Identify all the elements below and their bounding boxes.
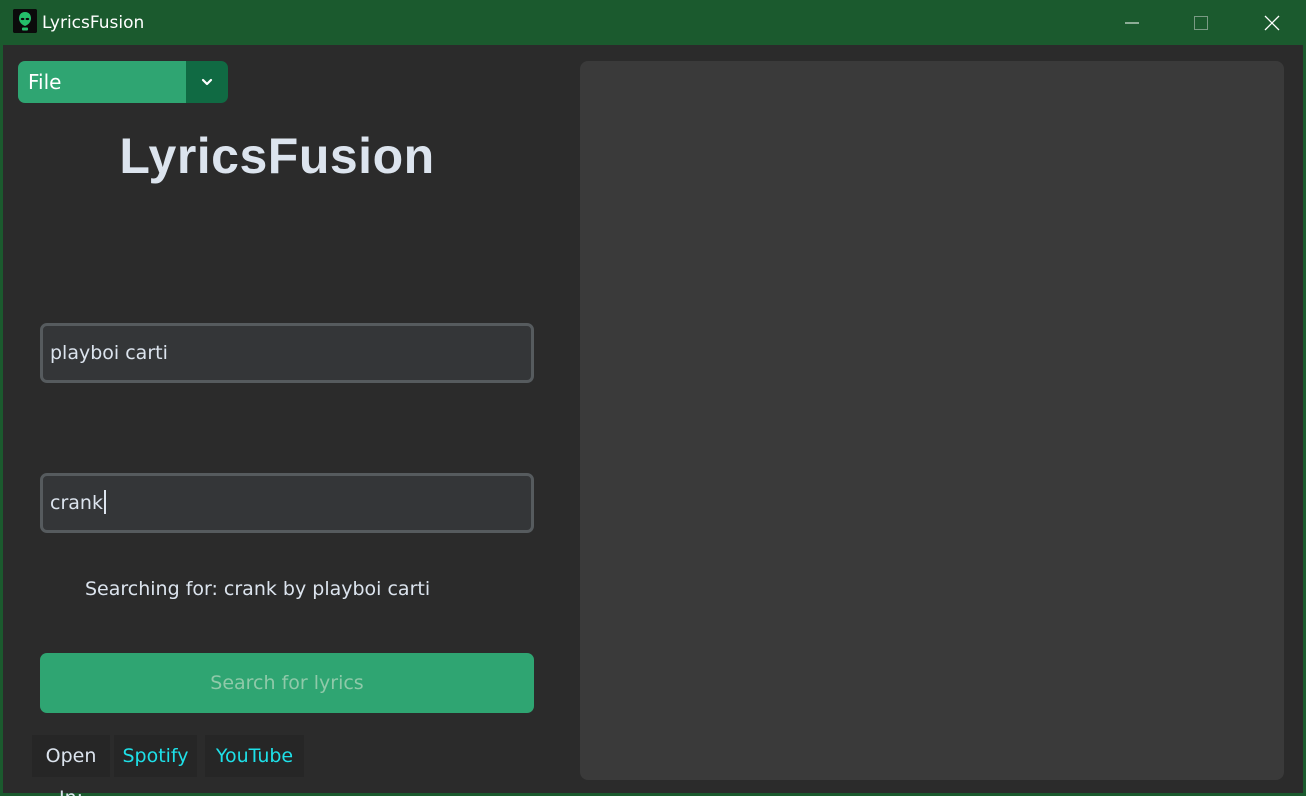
search-lyrics-button[interactable]: Search for lyrics xyxy=(40,653,534,713)
open-youtube-button[interactable]: YouTube xyxy=(205,735,304,777)
search-status: Searching for: crank by playboi carti xyxy=(85,578,431,600)
song-input-value: crank xyxy=(50,492,103,514)
maximize-button[interactable] xyxy=(1167,0,1235,45)
lyrics-textbox[interactable] xyxy=(580,61,1284,780)
open-in-label: Open In: xyxy=(32,735,110,796)
text-cursor xyxy=(103,489,106,514)
artist-input[interactable]: playboi carti xyxy=(40,323,534,383)
window-title: LyricsFusion xyxy=(42,13,145,33)
close-button[interactable] xyxy=(1238,0,1306,45)
artist-input-value: playboi carti xyxy=(50,342,168,364)
song-input[interactable]: crank xyxy=(40,473,534,533)
maximize-icon xyxy=(1194,15,1208,30)
file-menu-label[interactable]: File xyxy=(18,61,186,103)
app-title: LyricsFusion xyxy=(119,128,435,184)
file-menu[interactable]: File xyxy=(18,61,228,103)
alien-icon xyxy=(13,9,37,33)
chevron-down-icon xyxy=(201,78,213,86)
file-menu-dropdown[interactable] xyxy=(186,61,228,103)
close-icon xyxy=(1264,15,1280,30)
open-spotify-button[interactable]: Spotify xyxy=(114,735,197,777)
minimize-button[interactable] xyxy=(1098,0,1166,45)
app-content: File LyricsFusion playboi carti crank Se… xyxy=(3,45,1303,796)
minimize-icon xyxy=(1125,22,1139,23)
title-bar: LyricsFusion xyxy=(0,0,1306,45)
